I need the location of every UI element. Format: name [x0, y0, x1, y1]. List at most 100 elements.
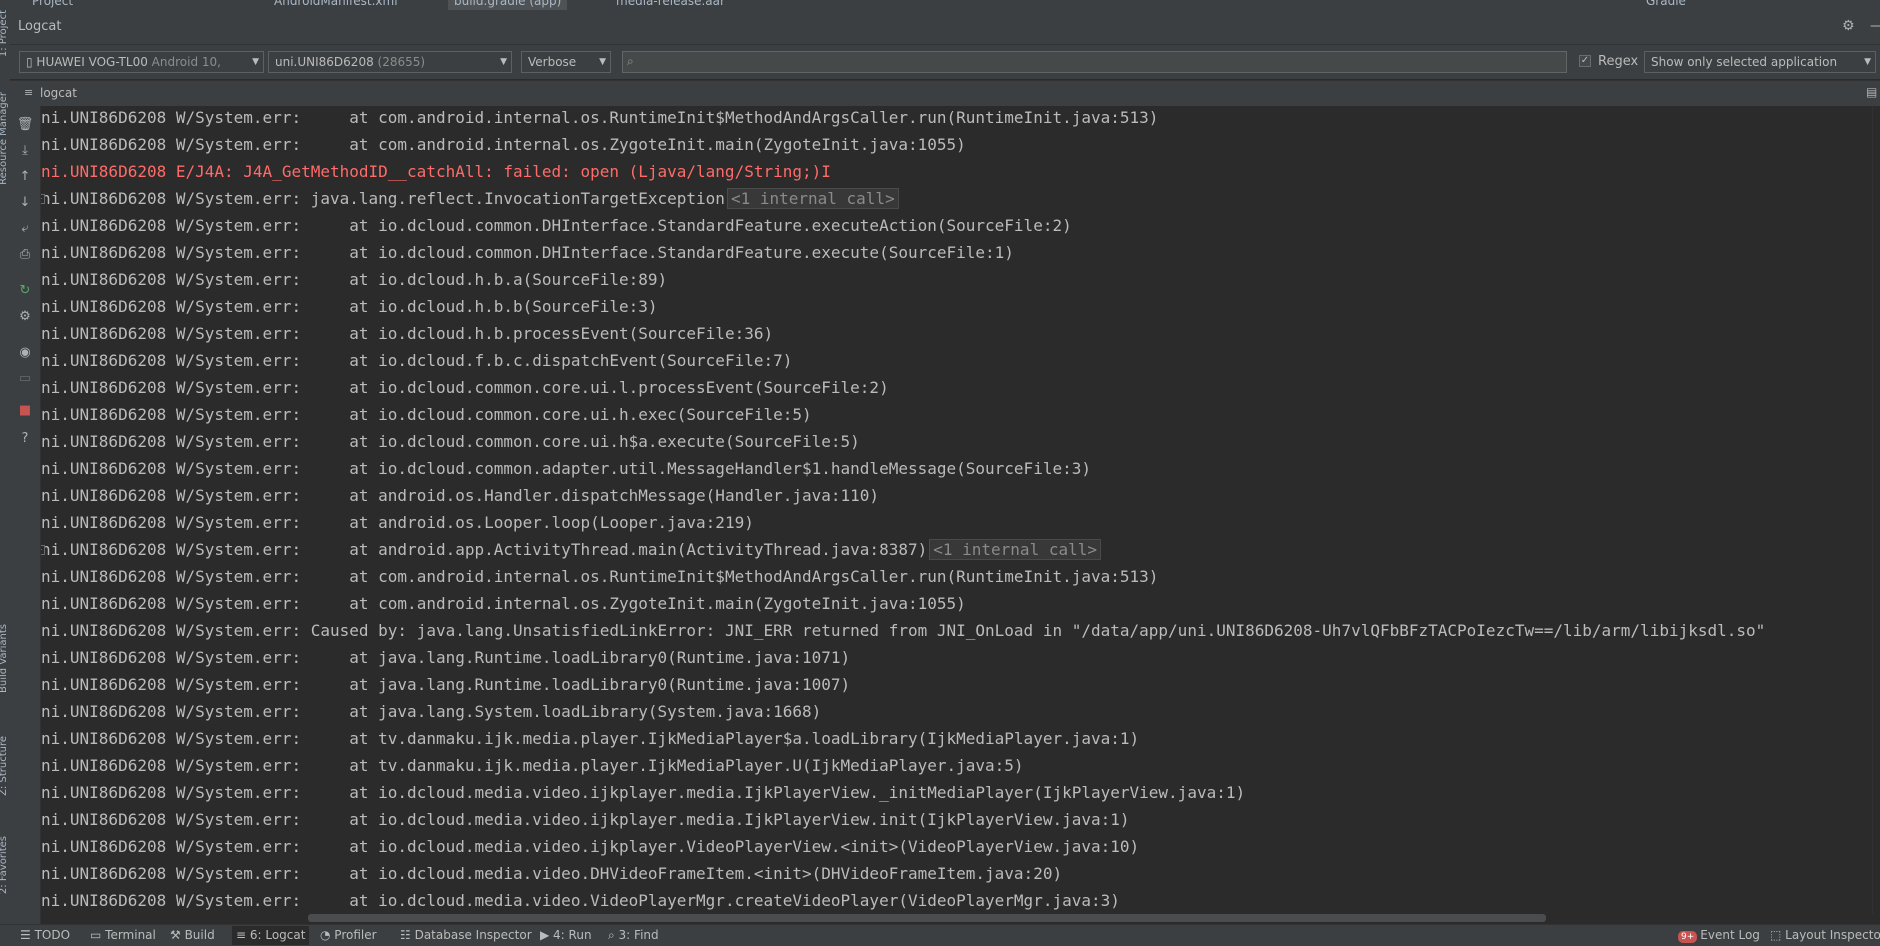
log-line-message: at io.dcloud.common.core.ui.h$a.execute(… — [301, 432, 860, 451]
bottom-tab-todo[interactable]: ☰ TODO — [20, 928, 70, 942]
database-icon: ☷ — [400, 928, 415, 942]
clear-logcat-icon[interactable]: 🗑 — [15, 116, 35, 134]
log-line-message: at io.dcloud.media.video.ijkplayer.media… — [301, 783, 1246, 802]
log-line-message: at io.dcloud.common.DHInterface.Standard… — [301, 216, 1072, 235]
log-line: ni.UNI86D6208 W/System.err: at tv.danmak… — [41, 725, 1139, 752]
filter-config-value: Show only selected application — [1651, 55, 1838, 69]
settings-icon[interactable]: ⚙ — [15, 308, 35, 326]
log-line-tag: ni.UNI86D6208 W/System.err: — [41, 891, 302, 910]
help-icon[interactable]: ? — [15, 430, 35, 448]
bottom-tab-run[interactable]: ▶ 4: Run — [540, 928, 592, 942]
restart-icon[interactable]: ↻ — [15, 282, 35, 300]
log-line: ni.UNI86D6208 W/System.err: at io.dcloud… — [41, 887, 1120, 914]
device-os: Android 10, — [151, 55, 221, 69]
stop-icon[interactable]: ■ — [15, 402, 35, 420]
log-line-message: at com.android.internal.os.ZygoteInit.ma… — [301, 594, 966, 613]
fold-expand-icon[interactable]: + — [41, 194, 45, 204]
device-selector[interactable]: ▯ HUAWEI VOG-TL00 Android 10, ▼ — [19, 51, 264, 73]
up-arrow-icon[interactable]: ↑ — [15, 168, 35, 186]
logcat-subtab[interactable]: logcat — [40, 86, 77, 100]
log-line-message: at android.os.Handler.dispatchMessage(Ha… — [301, 486, 880, 505]
bottom-tab-terminal[interactable]: ▭ Terminal — [90, 928, 156, 942]
bottom-tab-label: 6: Logcat — [249, 928, 306, 942]
bottom-tab-label: 4: Run — [553, 928, 592, 942]
scroll-to-end-icon[interactable]: ⤓ — [15, 142, 35, 160]
tab-build-gradle[interactable]: build.gradle (app) — [448, 0, 568, 10]
tab-project[interactable]: Project — [26, 0, 79, 10]
log-line: +ni.UNI86D6208 W/System.err: java.lang.r… — [41, 185, 899, 212]
layout-options-icon[interactable]: ▤ — [1866, 85, 1877, 99]
log-output[interactable]: ni.UNI86D6208 W/System.err: at com.andro… — [41, 106, 1880, 914]
log-line: ni.UNI86D6208 W/System.err: at java.lang… — [41, 644, 850, 671]
log-line: ni.UNI86D6208 W/System.err: at android.o… — [41, 482, 879, 509]
hide-panel-icon[interactable]: — — [1870, 18, 1880, 34]
log-line-tag: ni.UNI86D6208 W/System.err: — [41, 405, 302, 424]
bottom-tab-event-log[interactable]: 9+ Event Log — [1678, 928, 1760, 943]
log-search-box: ⌕ — [622, 51, 1567, 74]
log-line-message: at com.android.internal.os.RuntimeInit$M… — [301, 108, 1159, 127]
log-line-message: at io.dcloud.common.DHInterface.Standard… — [301, 243, 1014, 262]
horizontal-scrollbar[interactable] — [308, 914, 1546, 922]
log-line-tag: ni.UNI86D6208 W/System.err: — [41, 594, 302, 613]
internal-call-hint[interactable]: <1 internal call> — [726, 188, 899, 209]
log-line: ni.UNI86D6208 W/System.err: at io.dcloud… — [41, 320, 773, 347]
filter-config-selector[interactable]: Show only selected application ▼ — [1644, 51, 1876, 73]
log-line-tag: ni.UNI86D6208 W/System.err: — [41, 729, 302, 748]
logcat-header: Logcat ⚙ — — [10, 10, 1880, 45]
logcat-subtab-bar: ≡ logcat ▤ — [10, 80, 1880, 107]
tab-android-manifest[interactable]: AndroidManifest.xml — [268, 0, 404, 10]
regex-checkbox[interactable]: ✓ — [1579, 55, 1591, 67]
screenshot-camera-icon[interactable]: ◉ — [15, 344, 35, 362]
gear-icon[interactable]: ⚙ — [1842, 18, 1855, 34]
logcat-filter-toolbar: ▯ HUAWEI VOG-TL00 Android 10, ▼ uni.UNI8… — [10, 45, 1880, 79]
log-line-tag: ni.UNI86D6208 W/System.err: — [41, 135, 302, 154]
bottom-tab-layout-inspector[interactable]: ⬚ Layout Inspector — [1770, 928, 1880, 942]
bottom-tab-profiler[interactable]: ◔ Profiler — [320, 928, 377, 942]
log-line-message: at io.dcloud.f.b.c.dispatchEvent(SourceF… — [301, 351, 793, 370]
log-line: ni.UNI86D6208 W/System.err: at android.o… — [41, 509, 754, 536]
internal-call-hint[interactable]: <1 internal call> — [929, 539, 1101, 560]
search-input[interactable] — [645, 52, 1549, 74]
log-line-tag: ni.UNI86D6208 W/System.err: — [41, 648, 302, 667]
log-line-tag: ni.UNI86D6208 W/System.err: — [41, 756, 302, 775]
bottom-tab-build[interactable]: ⚒ Build — [170, 928, 215, 942]
bottom-tab-database-inspector[interactable]: ☷ Database Inspector — [400, 928, 532, 942]
print-icon[interactable]: ⎙ — [15, 246, 35, 264]
log-line: ni.UNI86D6208 W/System.err: at io.dcloud… — [41, 266, 667, 293]
log-line-tag: ni.UNI86D6208 W/System.err: — [41, 486, 302, 505]
log-line-tag: ni.UNI86D6208 W/System.err: — [41, 459, 302, 478]
bottom-tab-logcat[interactable]: ≡ 6: Logcat — [232, 926, 310, 945]
log-line-tag: ni.UNI86D6208 W/System.err: — [41, 621, 302, 640]
log-line-message: at java.lang.System.loadLibrary(System.j… — [301, 702, 822, 721]
log-line-message: at io.dcloud.media.video.VideoPlayerMgr.… — [301, 891, 1120, 910]
log-line-tag: ni.UNI86D6208 W/System.err: — [41, 864, 302, 883]
log-line-tag: ni.UNI86D6208 W/System.err: — [41, 783, 302, 802]
log-line-tag: ni.UNI86D6208 W/System.err: — [41, 675, 302, 694]
screen-record-icon[interactable]: ▭ — [15, 370, 35, 388]
tab-media-release[interactable]: media-release.aar — [610, 0, 731, 10]
soft-wrap-icon[interactable]: ⤶ — [15, 220, 35, 238]
tab-gradle[interactable]: Gradle — [1640, 0, 1692, 10]
log-line-message: at io.dcloud.media.video.DHVideoFrameIte… — [301, 864, 1063, 883]
log-line-message: at android.app.ActivityThread.main(Activ… — [301, 540, 928, 559]
process-selector[interactable]: uni.UNI86D6208 (28655) ▼ — [268, 51, 512, 73]
log-line: ni.UNI86D6208 W/System.err: at io.dcloud… — [41, 347, 792, 374]
log-line-tag: ni.UNI86D6208 W/System.err: — [41, 270, 302, 289]
log-line-tag: ni.UNI86D6208 W/System.err: — [41, 810, 302, 829]
log-line: ni.UNI86D6208 W/System.err: at com.andro… — [41, 563, 1158, 590]
log-line: ni.UNI86D6208 W/System.err: at io.dcloud… — [41, 401, 812, 428]
logcat-tab-icon: ≡ — [24, 86, 34, 99]
log-line: ni.UNI86D6208 W/System.err: at io.dcloud… — [41, 428, 860, 455]
log-line-tag: ni.UNI86D6208 W/System.err: — [41, 297, 302, 316]
fold-expand-icon[interactable]: + — [41, 545, 45, 555]
log-line: ni.UNI86D6208 W/System.err: at tv.danmak… — [41, 752, 1024, 779]
bottom-tab-find[interactable]: ⌕ 3: Find — [608, 928, 659, 943]
log-line-message: at com.android.internal.os.RuntimeInit$M… — [301, 567, 1159, 586]
right-edge-stripe — [1872, 106, 1880, 914]
device-phone-icon: ▯ — [26, 55, 37, 69]
log-level-selector[interactable]: Verbose ▼ — [521, 51, 611, 73]
log-line: ni.UNI86D6208 W/System.err: at io.dcloud… — [41, 860, 1062, 887]
down-arrow-icon[interactable]: ↓ — [15, 194, 35, 212]
device-name: HUAWEI VOG-TL00 — [36, 55, 148, 69]
regex-label: Regex — [1598, 54, 1639, 69]
